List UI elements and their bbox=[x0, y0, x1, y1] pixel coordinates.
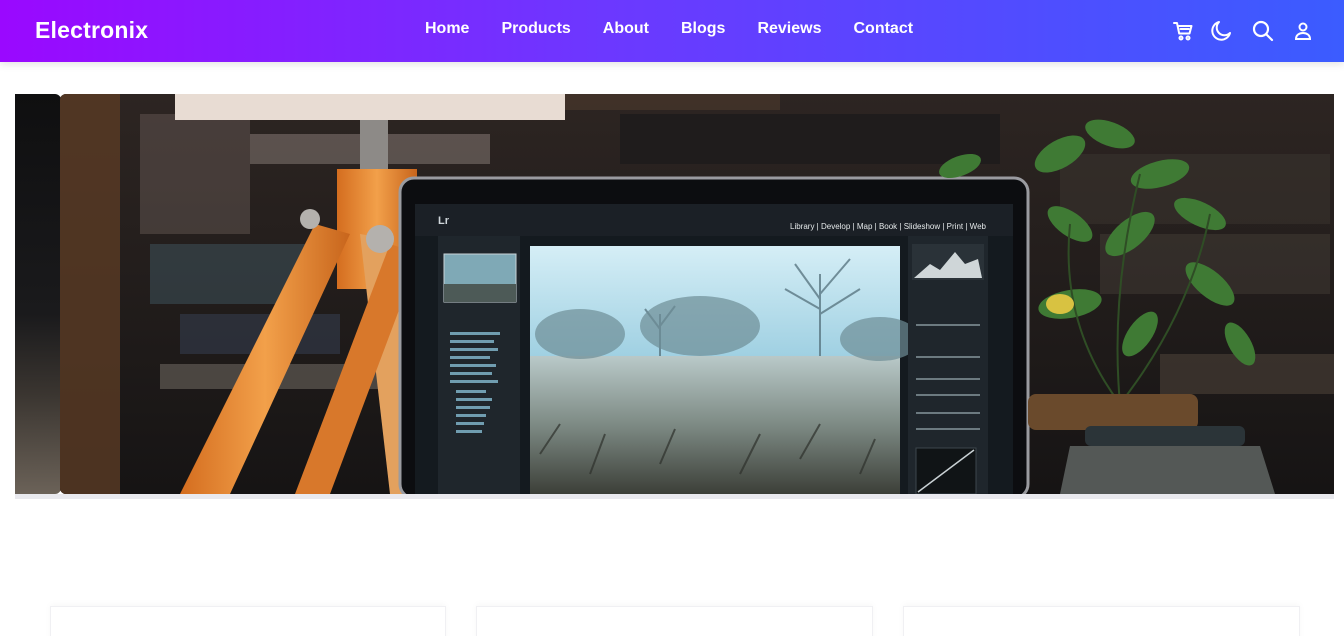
product-card[interactable] bbox=[903, 606, 1300, 636]
nav-link-reviews[interactable]: Reviews bbox=[757, 20, 821, 38]
navbar: Electronix Home Products About Blogs Rev… bbox=[0, 0, 1344, 62]
moon-icon[interactable] bbox=[1210, 18, 1236, 44]
nav-links: Home Products About Blogs Reviews Contac… bbox=[425, 20, 945, 38]
svg-text:Lr: Lr bbox=[438, 215, 450, 227]
laptop-on-desk-photo: Lr Library | Develop | Map | Book | Slid… bbox=[60, 94, 1334, 494]
carousel-slide-image[interactable]: Lr Library | Develop | Map | Book | Slid… bbox=[60, 94, 1334, 494]
product-card[interactable] bbox=[50, 606, 446, 636]
hero-carousel: Lr Library | Develop | Map | Book | Slid… bbox=[15, 94, 1334, 494]
brand-logo[interactable]: Electronix bbox=[35, 17, 148, 44]
user-icon[interactable] bbox=[1290, 18, 1316, 44]
product-card[interactable] bbox=[476, 606, 873, 636]
nav-link-about[interactable]: About bbox=[603, 20, 649, 38]
nav-link-blogs[interactable]: Blogs bbox=[681, 20, 725, 38]
cart-icon[interactable] bbox=[1170, 18, 1196, 44]
search-icon[interactable] bbox=[1250, 18, 1276, 44]
nav-link-products[interactable]: Products bbox=[501, 20, 570, 38]
nav-link-contact[interactable]: Contact bbox=[854, 20, 914, 38]
carousel-prev-slide[interactable] bbox=[15, 94, 61, 494]
carousel-track-bar bbox=[15, 494, 1334, 499]
nav-icons bbox=[1170, 18, 1316, 44]
nav-link-home[interactable]: Home bbox=[425, 20, 469, 38]
svg-text:Library | Develop | Map | Book: Library | Develop | Map | Book | Slidesh… bbox=[790, 222, 987, 231]
